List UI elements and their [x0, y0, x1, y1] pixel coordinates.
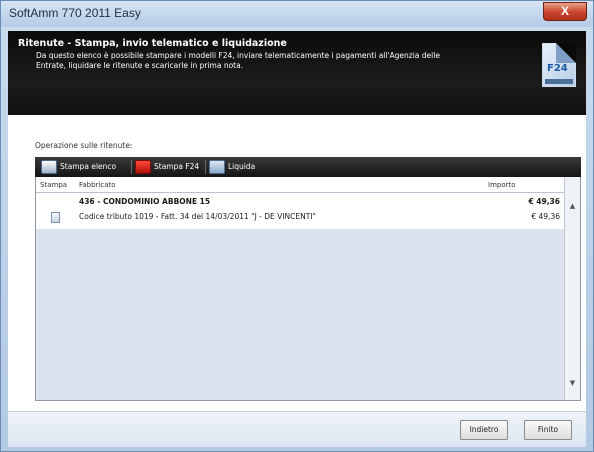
title-bar[interactable]: SoftAmm 770 2011 Easy X	[1, 1, 593, 27]
wizard-footer: Indietro Finito	[8, 411, 586, 447]
group-name: 436 - CONDOMINIO ABBONE 15	[79, 197, 211, 206]
toolbar-divider	[205, 160, 206, 174]
row-amount: € 49,36	[531, 212, 560, 221]
calculator-icon	[209, 160, 225, 174]
group-amount: € 49,36	[528, 197, 560, 206]
grid-header: Stampa Fabbricato Importo	[36, 177, 566, 193]
section-label: Operazione sulle ritenute:	[35, 141, 133, 150]
group-row[interactable]: 436 - CONDOMINIO ABBONE 15 € 49,36	[36, 195, 566, 209]
withholdings-grid: Stampa Fabbricato Importo 436 - CONDOMIN…	[35, 177, 581, 401]
scroll-down-icon[interactable]: ▼	[565, 376, 580, 390]
liquidate-button[interactable]: Liquida	[209, 159, 255, 175]
app-window: SoftAmm 770 2011 Easy X Ritenute - Stamp…	[0, 0, 594, 452]
finish-button[interactable]: Finito	[524, 420, 572, 440]
f24-document-icon: F24	[542, 43, 576, 87]
liquidate-label: Liquida	[228, 162, 256, 171]
pdf-icon	[135, 160, 151, 174]
f24-base-bar	[545, 79, 573, 84]
print-list-button[interactable]: Stampa elenco	[41, 159, 116, 175]
print-list-label: Stampa elenco	[60, 162, 117, 171]
row-description: Codice tributo 1019 - Fatt. 34 del 14/03…	[79, 212, 316, 221]
column-header-fabbricato[interactable]: Fabbricato	[79, 181, 116, 189]
document-icon[interactable]	[51, 212, 60, 223]
page-corner-icon	[556, 43, 576, 63]
toolbar-divider	[131, 160, 132, 174]
printer-icon	[41, 160, 57, 174]
f24-badge-label: F24	[547, 63, 568, 74]
operations-toolbar: Stampa elenco Stampa F24 Liquida	[35, 157, 581, 177]
header-description: Da questo elenco è possibile stampare i …	[36, 51, 440, 70]
main-content: Operazione sulle ritenute: Stampa elenco…	[8, 115, 586, 411]
back-button[interactable]: Indietro	[460, 420, 508, 440]
close-button[interactable]: X	[543, 2, 587, 21]
vertical-scrollbar[interactable]: ▲ ▼	[564, 177, 580, 400]
header-title: Ritenute - Stampa, invio telematico e li…	[18, 38, 287, 49]
column-header-importo[interactable]: Importo	[488, 181, 516, 189]
print-f24-button[interactable]: Stampa F24	[135, 159, 199, 175]
column-header-stampa[interactable]: Stampa	[40, 181, 67, 189]
wizard-header: Ritenute - Stampa, invio telematico e li…	[8, 31, 586, 115]
window-title: SoftAmm 770 2011 Easy	[9, 6, 141, 20]
grid-rows: 436 - CONDOMINIO ABBONE 15 € 49,36 Codic…	[36, 193, 566, 229]
print-f24-label: Stampa F24	[154, 162, 200, 171]
table-row[interactable]: Codice tributo 1019 - Fatt. 34 del 14/03…	[36, 210, 566, 224]
scroll-up-icon[interactable]: ▲	[565, 199, 580, 213]
